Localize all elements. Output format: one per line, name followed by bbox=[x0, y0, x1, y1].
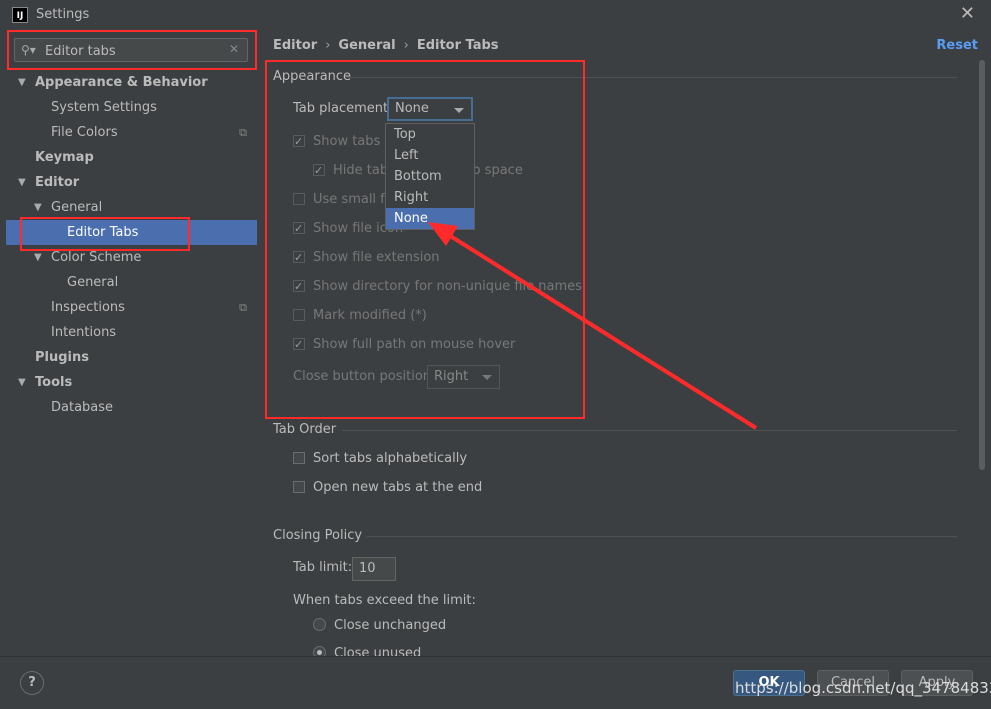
closing-policy-section-title: Closing Policy bbox=[273, 528, 363, 543]
breadcrumb: Editor › General › Editor Tabs bbox=[273, 38, 499, 53]
intellij-icon: IJ bbox=[12, 7, 28, 23]
breadcrumb-editor[interactable]: Editor bbox=[273, 38, 317, 53]
project-scope-icon: ⧉ bbox=[239, 301, 247, 314]
title-bar: IJ Settings ✕ bbox=[0, 0, 991, 30]
tree-item-appearance-behavior[interactable]: ▼ Appearance & Behavior bbox=[6, 70, 257, 95]
expand-arrow-icon[interactable]: ▼ bbox=[18, 170, 26, 195]
window-title: Settings bbox=[36, 7, 90, 22]
option-label: Open new tabs at the end bbox=[313, 480, 483, 495]
tree-item-editor[interactable]: ▼ Editor bbox=[6, 170, 257, 195]
tab-order-section-title: Tab Order bbox=[273, 422, 337, 437]
tree-item-label: Intentions bbox=[51, 325, 117, 340]
tree-item-inspections[interactable]: Inspections ⧉ bbox=[6, 295, 257, 320]
tree-item-label: General bbox=[67, 275, 119, 290]
tab-limit-input[interactable]: 10 bbox=[352, 557, 396, 581]
tree-item-label: Appearance & Behavior bbox=[35, 75, 208, 90]
tree-item-keymap[interactable]: Keymap bbox=[6, 145, 257, 170]
tree-item-label: Editor bbox=[35, 175, 80, 190]
opt-open-new-tabs-end[interactable]: Open new tabs at the end bbox=[293, 478, 482, 498]
tree-item-label: File Colors bbox=[51, 125, 118, 140]
checkbox[interactable] bbox=[293, 480, 305, 493]
tree-item-label: Plugins bbox=[35, 350, 89, 365]
watermark: https://blog.csdn.net/qq_34784833 bbox=[735, 679, 991, 697]
radio-close-unused[interactable]: Close unused bbox=[313, 644, 421, 656]
tab-limit-label: Tab limit: bbox=[293, 560, 353, 575]
tree-item-label: Inspections bbox=[51, 300, 125, 315]
tree-item-system-settings[interactable]: System Settings bbox=[6, 95, 257, 120]
annotation-box-appearance bbox=[265, 60, 585, 419]
settings-sidebar: ⚲▾ ✕ ▼Appearance & BehaviorSystem Settin… bbox=[6, 30, 257, 656]
scrollbar[interactable] bbox=[979, 60, 985, 470]
divider bbox=[367, 536, 957, 537]
option-label: Close unused bbox=[334, 646, 422, 656]
breadcrumb-editor-tabs: Editor Tabs bbox=[416, 38, 499, 53]
tree-item-database[interactable]: Database bbox=[6, 395, 257, 420]
divider bbox=[342, 430, 957, 431]
tree-item-tools[interactable]: ▼ Tools bbox=[6, 370, 257, 395]
radio-button[interactable] bbox=[313, 618, 326, 631]
option-label: Sort tabs alphabetically bbox=[313, 451, 468, 466]
exceed-limit-label: When tabs exceed the limit: bbox=[293, 593, 476, 608]
tree-item-label: System Settings bbox=[51, 100, 157, 115]
opt-sort-alphabetically[interactable]: Sort tabs alphabetically bbox=[293, 449, 467, 469]
annotation-box-search bbox=[7, 30, 257, 70]
radio-close-unchanged[interactable]: Close unchanged bbox=[313, 616, 446, 636]
breadcrumb-general[interactable]: General bbox=[338, 38, 395, 53]
tree-item-label: Database bbox=[51, 400, 114, 415]
radio-button[interactable] bbox=[313, 646, 326, 656]
help-button[interactable]: ? bbox=[20, 671, 44, 695]
tree-item-intentions[interactable]: Intentions bbox=[6, 320, 257, 345]
annotation-box-editor-tabs bbox=[20, 217, 190, 251]
reset-link[interactable]: Reset bbox=[936, 38, 978, 53]
close-icon[interactable]: ✕ bbox=[960, 3, 975, 24]
tree-item-file-colors[interactable]: File Colors ⧉ bbox=[6, 120, 257, 145]
project-scope-icon: ⧉ bbox=[239, 126, 247, 139]
tree-item-general[interactable]: General bbox=[6, 270, 257, 295]
expand-arrow-icon[interactable]: ▼ bbox=[18, 70, 26, 95]
tree-item-label: Tools bbox=[35, 375, 73, 390]
tree-item-label: Keymap bbox=[35, 150, 94, 165]
tree-item-plugins[interactable]: Plugins bbox=[6, 345, 257, 370]
expand-arrow-icon[interactable]: ▼ bbox=[18, 370, 26, 395]
option-label: Close unchanged bbox=[334, 618, 447, 633]
checkbox[interactable] bbox=[293, 451, 305, 464]
